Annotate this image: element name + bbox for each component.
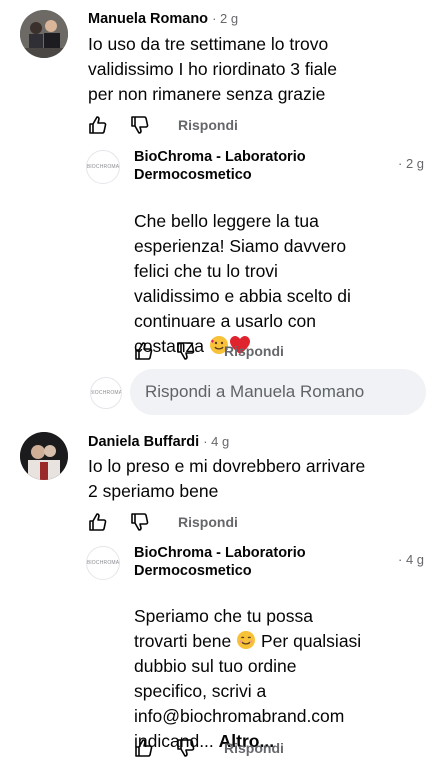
comment-actions: Rispondi [88,115,238,135]
dislike-icon[interactable] [176,341,196,361]
like-icon[interactable] [88,115,108,135]
comment-text: Io lo preso e mi dovrebbero arrivare 2 s… [88,456,366,501]
like-icon[interactable] [134,341,154,361]
dislike-icon[interactable] [130,115,150,135]
profile-photo-icon [20,10,68,58]
reply-text: Speriamo che tu possa trovarti bene Per … [134,579,361,754]
reply-button[interactable]: Rispondi [178,514,238,530]
avatar-manuela-romano[interactable] [20,10,68,58]
like-icon[interactable] [134,738,154,758]
reply-input-placeholder: Rispondi a Manuela Romano [145,382,365,401]
comment-actions: Rispondi [88,512,238,532]
brand-logo: BIOCHROMA [86,164,120,170]
current-user-avatar: BIOCHROMA [90,377,122,409]
comment-text: Io uso da tre settimane lo trovo validis… [88,34,338,104]
reply-text: Che bello leggere la tua esperienza! Sia… [134,184,351,359]
reply-time: · 2 g [398,156,425,171]
comment-time: · 2 g [212,11,239,26]
avatar-biochroma[interactable]: BIOCHROMA [86,150,120,184]
reply-actions: Rispondi [134,341,284,361]
reply-time: · 4 g [398,552,425,567]
author-name[interactable]: Daniela Buffardi [88,434,199,450]
avatar-biochroma[interactable]: BIOCHROMA [86,546,120,580]
comment-author[interactable]: Manuela Romano · 2 g [88,10,238,28]
dislike-icon[interactable] [176,738,196,758]
reply-button[interactable]: Rispondi [224,343,284,359]
author-name[interactable]: Manuela Romano [88,11,208,27]
smiling-face-emoji [237,631,256,649]
reply-author[interactable]: BioChroma - Laboratorio Dermocosmetico [134,544,306,580]
avatar-daniela-buffardi[interactable] [20,432,68,480]
profile-photo-icon [20,432,68,480]
reply-input[interactable]: Rispondi a Manuela Romano [130,369,426,415]
brand-logo: BIOCHROMA [90,390,122,396]
dislike-icon[interactable] [130,512,150,532]
like-icon[interactable] [88,512,108,532]
reply-button[interactable]: Rispondi [178,117,238,133]
reply-actions: Rispondi [134,738,284,758]
reply-button[interactable]: Rispondi [224,740,284,756]
comment-time: · 4 g [203,434,230,449]
reply-author[interactable]: BioChroma - Laboratorio Dermocosmetico [134,148,306,184]
comment-author[interactable]: Daniela Buffardi · 4 g [88,433,229,451]
brand-logo: BIOCHROMA [86,560,120,566]
